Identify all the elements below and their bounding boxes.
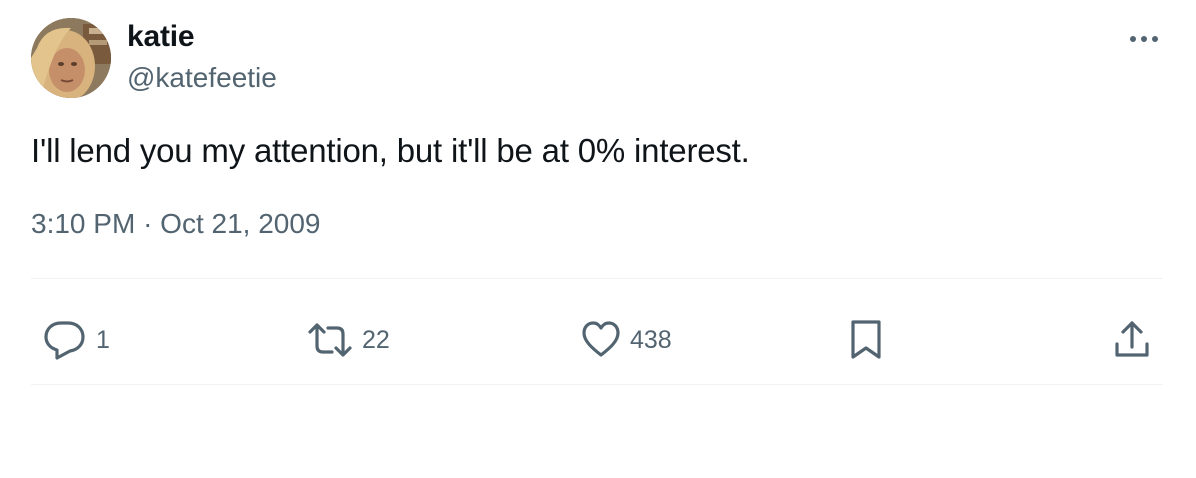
tweet-card: katie @katefeetie I'll lend you my atten… [0, 0, 1196, 478]
like-button[interactable]: 438 [580, 318, 672, 362]
avatar-image [31, 18, 111, 98]
like-count: 438 [630, 326, 672, 354]
share-button[interactable] [1110, 318, 1154, 362]
more-options-button[interactable] [1118, 24, 1168, 54]
heart-icon [582, 321, 620, 357]
more-horizontal-icon [1130, 36, 1158, 42]
retweet-count: 22 [362, 326, 390, 354]
divider [31, 384, 1163, 385]
share-icon [1115, 321, 1149, 357]
timestamp-separator: · [143, 208, 153, 239]
user-handle[interactable]: @katefeetie [127, 62, 277, 94]
tweet-date: Oct 21, 2009 [160, 208, 321, 239]
reply-button[interactable]: 1 [42, 318, 110, 362]
reply-icon [44, 321, 85, 360]
bookmark-icon [851, 320, 881, 359]
divider [31, 278, 1163, 279]
avatar[interactable] [31, 18, 111, 98]
retweet-icon [308, 323, 352, 357]
retweet-button[interactable]: 22 [306, 318, 390, 362]
tweet-timestamp[interactable]: 3:10 PM · Oct 21, 2009 [31, 206, 321, 242]
tweet-text: I'll lend you my attention, but it'll be… [31, 132, 750, 169]
bookmark-button[interactable] [848, 318, 884, 362]
display-name[interactable]: katie [127, 20, 195, 54]
tweet-time: 3:10 PM [31, 208, 136, 239]
reply-count: 1 [96, 326, 110, 354]
